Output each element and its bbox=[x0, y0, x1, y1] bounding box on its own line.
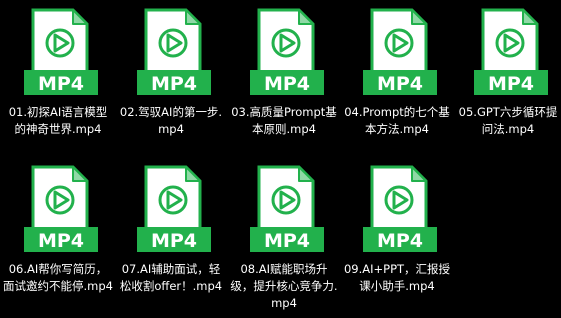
mp4-file-icon: MP4 bbox=[116, 165, 226, 261]
mp4-file-icon: MP4 bbox=[229, 8, 339, 104]
mp4-file-icon: MP4 bbox=[342, 8, 452, 104]
file-name-label: 05.GPT六步循环提问法.mp4 bbox=[458, 105, 558, 136]
file-name-label: 09.AI+PPT，汇报授课小助手.mp4 bbox=[343, 262, 451, 293]
mp4-badge: MP4 bbox=[377, 230, 423, 252]
file-name-label: 07.AI辅助面试，轻松收割offer！.mp4 bbox=[119, 262, 223, 293]
mp4-file-icon: MP4 bbox=[342, 165, 452, 261]
file-explorer-view: MP4 01.初探AI语言模型的神奇世界.mp4 MP4 02.驾驭AI的第一步… bbox=[0, 0, 561, 318]
mp4-badge: MP4 bbox=[264, 73, 310, 95]
mp4-badge: MP4 bbox=[264, 230, 310, 252]
mp4-file-icon: MP4 bbox=[116, 8, 226, 104]
file-name-label: 06.AI帮你写简历，面试邀约不能停.mp4 bbox=[3, 262, 113, 293]
mp4-badge: MP4 bbox=[377, 73, 423, 95]
mp4-file-icon: MP4 bbox=[3, 8, 113, 104]
file-name-label: 03.高质量Prompt基本原则.mp4 bbox=[231, 105, 337, 136]
mp4-badge: MP4 bbox=[151, 230, 197, 252]
file-name-label: 02.驾驭AI的第一步.mp4 bbox=[119, 105, 223, 136]
mp4-badge: MP4 bbox=[488, 73, 534, 95]
mp4-badge: MP4 bbox=[38, 73, 84, 95]
file-name-label: 01.初探AI语言模型的神奇世界.mp4 bbox=[8, 105, 108, 136]
file-name-label: 04.Prompt的七个基本方法.mp4 bbox=[344, 105, 450, 136]
file-name-label: 08.AI赋能职场升级，提升核心竞争力.mp4 bbox=[230, 262, 338, 310]
mp4-badge: MP4 bbox=[38, 230, 84, 252]
mp4-file-icon: MP4 bbox=[453, 8, 561, 104]
mp4-file-icon: MP4 bbox=[229, 165, 339, 261]
mp4-file-icon: MP4 bbox=[3, 165, 113, 261]
mp4-badge: MP4 bbox=[151, 73, 197, 95]
